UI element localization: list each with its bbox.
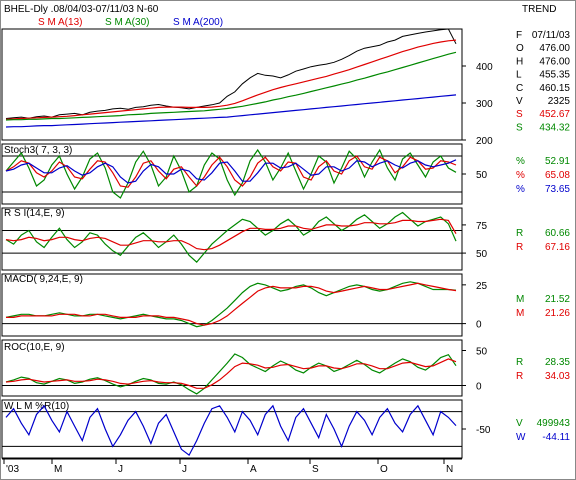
panel-value: 499943 [537,418,571,429]
panel-value-key: R [516,228,523,239]
x-tick-label: J [118,464,123,475]
info-key: H [516,56,523,67]
info-key: L [516,70,522,81]
panel-label: ROC(10,E, 9) [4,342,65,353]
panel-value-key: M [516,294,524,305]
y-tick-label: 75 [476,221,488,232]
info-key: S [516,109,523,120]
x-tick-label: S [312,464,319,475]
y-tick-label: 50 [476,249,488,260]
info-key: S [516,122,523,133]
panel-label: R S I(14,E, 9) [4,208,65,219]
x-tick-label: O [380,464,388,475]
panel-value: 21.26 [545,308,570,319]
y-tick-label: 0 [476,320,482,331]
y-tick-label: 25 [476,281,488,292]
y-tick-label: 50 [476,347,488,358]
panel-value: 52.91 [545,156,570,167]
y-tick-label: 300 [476,99,493,110]
panel-value: 60.66 [545,228,570,239]
info-value: 476.00 [539,43,570,54]
x-tick-label: N [446,464,453,475]
y-tick-label: 400 [476,62,493,73]
info-value: 2325 [548,96,571,107]
info-key: V [516,96,523,107]
info-key: O [516,43,524,54]
y-tick-label: 50 [476,170,488,181]
panel-label: Stoch3( 7, 3, 3) [4,145,72,156]
panel-value-key: V [516,418,523,429]
panel-value: 28.35 [545,357,570,368]
info-value: 476.00 [539,56,570,67]
legend-sma200: S M A(200) [173,17,223,28]
info-value: 460.15 [539,83,570,94]
y-tick-label: 200 [476,136,493,147]
panel-value-key: M [516,308,524,319]
panel-value: -44.11 [542,432,570,443]
info-value: 07/11/03 [532,30,571,41]
panel-value: 21.52 [545,294,570,305]
legend-sma13: S M A(13) [38,17,82,28]
info-value: 434.32 [539,122,570,133]
x-tick-label: A [250,464,257,475]
trend-chart: BHEL-Dly .08/04/03-07/11/03 N-60 TREND S… [0,0,576,480]
x-tick-label: J [182,464,187,475]
panel-label: W L M %R(10) [4,401,69,412]
panel-value-key: R [516,242,523,253]
panel-label: MACD( 9,24,E, 9) [4,274,83,285]
panel-value-key: % [516,170,525,181]
info-value: 452.67 [539,109,570,120]
trend-label: TREND [522,4,556,15]
panel-value-key: % [516,156,525,167]
panel-value-key: R [516,371,523,382]
info-value: 455.35 [539,70,570,81]
y-tick-label: -50 [476,425,491,436]
info-key: C [516,83,523,94]
panel-value-key: % [516,184,525,195]
info-key: F [516,30,522,41]
x-tick-label: '03 [6,464,19,475]
legend-sma30: S M A(30) [105,17,149,28]
panel-value: 65.08 [545,170,570,181]
panel-value: 67.16 [545,242,570,253]
chart-title: BHEL-Dly .08/04/03-07/11/03 N-60 [4,4,159,15]
y-tick-label: 0 [476,382,482,393]
panel-value: 34.03 [545,371,570,382]
panel-value-key: W [516,432,526,443]
panel-value-key: R [516,357,523,368]
panel-value: 73.65 [545,184,570,195]
x-tick-label: M [54,464,62,475]
